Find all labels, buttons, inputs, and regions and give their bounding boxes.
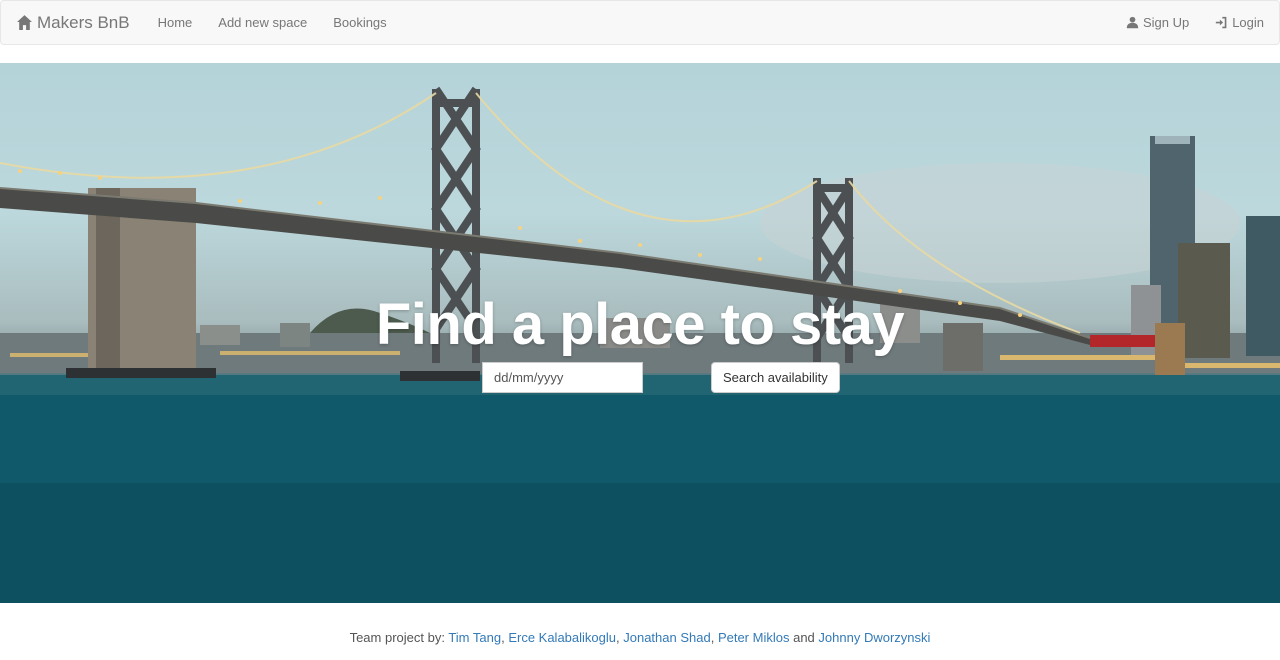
home-icon [17, 15, 32, 30]
navbar-left: Makers BnB Home Add new space Bookings [1, 1, 400, 44]
search-availability-button[interactable]: Search availability [711, 362, 840, 393]
navbar-right: Sign Up Login [1113, 1, 1279, 44]
brand-label: Makers BnB [37, 12, 130, 32]
log-in-icon [1216, 16, 1227, 29]
navbar: Makers BnB Home Add new space Bookings S… [0, 0, 1280, 45]
sign-up-link[interactable]: Sign Up [1113, 1, 1202, 44]
member-link-tim-tang[interactable]: Tim Tang [448, 630, 501, 645]
footer-prefix: Team project by: [349, 630, 445, 645]
nav-home[interactable]: Home [145, 1, 206, 44]
member-link-peter-miklos[interactable]: Peter Miklos [718, 630, 790, 645]
brand-link[interactable]: Makers BnB [1, 1, 145, 44]
member-link-erce-kalabalikoglu[interactable]: Erce Kalabalikoglu [508, 630, 616, 645]
hero-title: Find a place to stay [375, 292, 905, 357]
nav-bookings[interactable]: Bookings [320, 1, 399, 44]
user-icon [1126, 16, 1139, 29]
hero-banner: Find a place to stay Search availability [0, 63, 1280, 603]
footer-and: and [793, 630, 815, 645]
member-link-jonathan-shad[interactable]: Jonathan Shad [623, 630, 710, 645]
date-input[interactable] [482, 362, 643, 393]
member-link-johnny-dworzynski[interactable]: Johnny Dworzynski [818, 630, 930, 645]
search-form: Search availability [482, 362, 840, 393]
footer-comma: , [710, 630, 718, 645]
login-link[interactable]: Login [1202, 1, 1279, 44]
nav-add-new-space[interactable]: Add new space [205, 1, 320, 44]
login-label: Login [1232, 15, 1264, 30]
footer: Team project by: Tim Tang, Erce Kalabali… [0, 630, 1280, 645]
sign-up-label: Sign Up [1142, 15, 1190, 30]
